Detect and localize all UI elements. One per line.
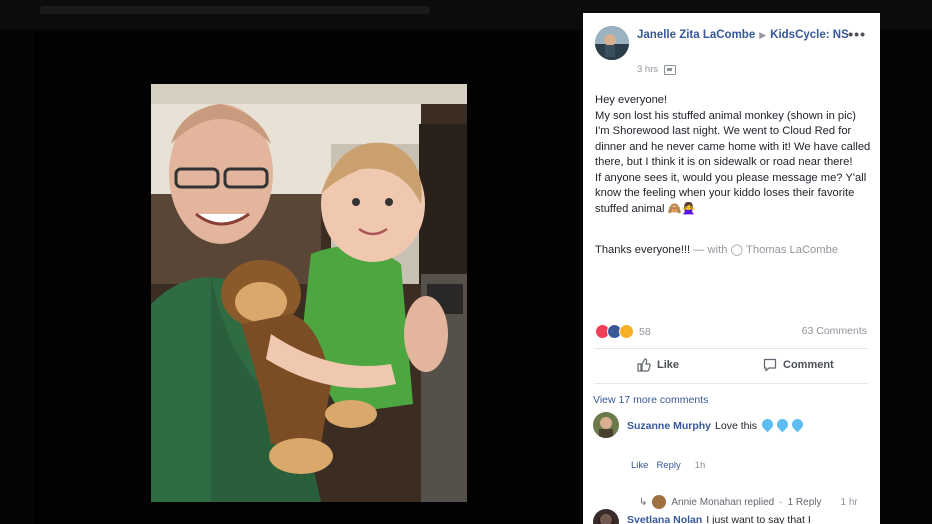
with-label: — with [693, 244, 728, 256]
author-name-link[interactable]: Janelle Zita LaCombe [637, 29, 755, 41]
replier-avatar [652, 495, 667, 509]
blue-heart-icon [789, 416, 806, 433]
divider [595, 348, 868, 349]
comment-time[interactable]: 1h [695, 460, 706, 471]
photo-illustration [151, 84, 467, 502]
author-avatar[interactable] [595, 26, 629, 60]
reply-time: 1 hr [840, 496, 858, 508]
post-time-link[interactable]: 3 hrs [637, 64, 658, 75]
replies-summary-link[interactable]: ↳ Annie Monahan replied · 1 Reply 1 hr [639, 495, 858, 509]
comment-text: Love this [715, 420, 758, 432]
reply-separator: · [779, 496, 783, 508]
post-meta: 3 hrs [637, 64, 677, 75]
reply-arrow-icon: ↳ [639, 496, 648, 508]
comment-actions: Like Reply 1h [631, 460, 713, 471]
post-thanks: Thanks everyone!!! — with ◯ Thomas LaCom… [595, 243, 838, 256]
more-options-icon[interactable]: ••• [848, 26, 866, 42]
avatar-image [595, 26, 629, 60]
post-header: Janelle Zita LaCombe ▶ KidsCycle: NS [637, 28, 867, 43]
post-body: Hey everyone! My son lost his stuffed an… [595, 93, 871, 217]
commenter-avatar[interactable] [593, 412, 619, 438]
audience-icon[interactable] [664, 64, 677, 75]
commenter-avatar[interactable] [593, 509, 619, 524]
comments-count-link[interactable]: 63 Comments [802, 325, 867, 337]
comment-label: Comment [783, 359, 834, 371]
blue-heart-icon [774, 416, 791, 433]
commenter-name-link[interactable]: Suzanne Murphy [627, 420, 711, 432]
view-more-comments-link[interactable]: View 17 more comments [593, 394, 708, 406]
post-photo[interactable] [151, 84, 467, 502]
comment-like-link[interactable]: Like [631, 460, 648, 471]
commenter-name-link[interactable]: Svetlana Nolan [627, 514, 702, 524]
replier-text: Annie Monahan replied [671, 496, 775, 508]
like-button[interactable]: Like [637, 358, 679, 372]
caret-right-icon: ▶ [759, 30, 767, 40]
commenter-avatar-image [593, 509, 619, 524]
reaction-summary[interactable]: 58 [595, 324, 651, 339]
comment-reply-link[interactable]: Reply [656, 460, 680, 471]
facebook-post-card: Janelle Zita LaCombe ▶ KidsCycle: NS ••• 3… [583, 13, 880, 524]
comment-bubble-icon [763, 358, 777, 372]
divider [595, 383, 868, 384]
sad-reaction-icon [619, 324, 634, 339]
blurred-header [40, 6, 430, 14]
post-body-line: My son lost his stuffed animal monkey (s… [595, 109, 871, 169]
comment-text-row: Suzanne Murphy Love this [627, 416, 806, 433]
comment-text: I just want to say that I [706, 514, 811, 524]
comment-text-row: Svetlana Nolan I just want to say that I [627, 514, 811, 524]
commenter-avatar-image [593, 412, 619, 438]
thanks-text: Thanks everyone!!! [595, 244, 691, 256]
reply-count: 1 Reply [787, 496, 822, 508]
reaction-count: 58 [639, 325, 651, 338]
group-name-link[interactable]: KidsCycle: NS [770, 29, 849, 41]
post-body-line: If anyone sees it, would you please mess… [595, 171, 867, 215]
tagged-person-link[interactable]: Thomas LaCombe [746, 244, 838, 256]
blue-heart-icon [759, 416, 776, 433]
comment-button[interactable]: Comment [763, 358, 834, 372]
thumbs-up-icon [637, 358, 651, 372]
post-body-line: Hey everyone! [595, 94, 668, 106]
tag-icon: ◯ [730, 244, 744, 256]
like-label: Like [657, 359, 680, 371]
